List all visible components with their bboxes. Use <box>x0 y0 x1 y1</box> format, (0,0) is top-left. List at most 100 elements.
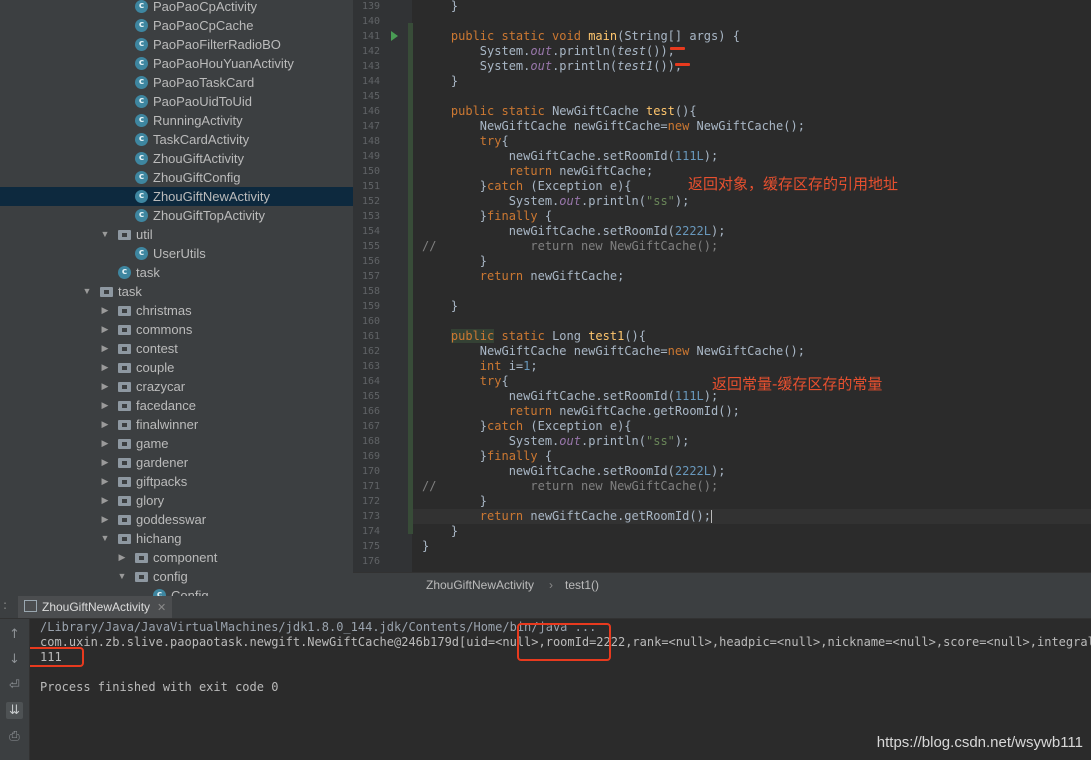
collapsed-arrow-icon[interactable]: ▶ <box>100 377 110 396</box>
tree-item[interactable]: c PaoPaoCpActivity <box>0 0 353 16</box>
tree-item[interactable]: ▶ finalwinner <box>0 415 353 434</box>
code-line: } <box>422 524 458 539</box>
code-token: } <box>422 524 459 538</box>
code-line: public static NewGiftCache test(){ <box>422 104 697 119</box>
tree-item[interactable]: c PaoPaoFilterRadioBO <box>0 35 353 54</box>
tree-item[interactable]: ▶ christmas <box>0 301 353 320</box>
run-tab[interactable]: ZhouGiftNewActivity ✕ <box>18 596 173 618</box>
tree-item[interactable]: c RunningActivity <box>0 111 353 130</box>
tree-item[interactable]: ▶ component <box>0 548 353 567</box>
code-token: .println( <box>552 59 618 73</box>
collapsed-arrow-icon[interactable]: ▶ <box>100 434 110 453</box>
tree-item[interactable]: c PaoPaoTaskCard <box>0 73 353 92</box>
collapsed-arrow-icon[interactable]: ▶ <box>100 491 110 510</box>
collapsed-arrow-icon[interactable]: ▶ <box>100 358 110 377</box>
code-line: } <box>422 0 458 14</box>
tree-item-label: RunningActivity <box>153 113 243 128</box>
code-editor[interactable]: } public static void main(String[] args)… <box>413 0 1091 572</box>
tree-item-label: task <box>136 265 160 280</box>
collapsed-arrow-icon[interactable]: ▶ <box>100 301 110 320</box>
tree-item[interactable]: ▶ goddesswar <box>0 510 353 529</box>
collapsed-arrow-icon[interactable]: ▶ <box>117 548 127 567</box>
expanded-arrow-icon[interactable]: ▼ <box>117 567 127 586</box>
class-icon: c <box>135 19 148 32</box>
tree-item[interactable]: c task <box>0 263 353 282</box>
class-icon: c <box>135 76 148 89</box>
tree-item[interactable]: c PaoPaoUidToUid <box>0 92 353 111</box>
tree-item[interactable]: c ZhouGiftConfig <box>0 168 353 187</box>
folder-icon <box>118 382 131 392</box>
console-output[interactable]: /Library/Java/JavaVirtualMachines/jdk1.8… <box>30 619 1091 760</box>
code-token: System. <box>422 59 531 73</box>
breadcrumb-method[interactable]: test1() <box>565 578 599 592</box>
tree-item[interactable]: c ZhouGiftActivity <box>0 149 353 168</box>
tree-item[interactable]: c PaoPaoCpCache <box>0 16 353 35</box>
tree-item[interactable]: ▶ game <box>0 434 353 453</box>
code-token: new <box>667 344 697 358</box>
tree-item-label: gardener <box>136 455 189 470</box>
tree-item[interactable]: c ZhouGiftTopActivity <box>0 206 353 225</box>
expanded-arrow-icon[interactable]: ▼ <box>82 282 92 301</box>
scroll-to-end-icon[interactable]: ⇊ <box>6 702 23 719</box>
class-icon: c <box>135 38 148 51</box>
code-token: test1 <box>588 329 625 343</box>
tree-item[interactable]: ▶ giftpacks <box>0 472 353 491</box>
tree-item[interactable]: c UserUtils <box>0 244 353 263</box>
line-number: 167 <box>361 421 380 432</box>
line-number: 147 <box>361 121 380 132</box>
tree-item[interactable]: ▶ facedance <box>0 396 353 415</box>
code-token: test <box>645 104 675 118</box>
down-arrow-icon[interactable]: ↓ <box>6 651 23 668</box>
code-token: newGiftCache; <box>530 269 625 283</box>
tree-item[interactable]: ▶ contest <box>0 339 353 358</box>
tree-item[interactable]: c Config <box>0 586 353 596</box>
code-token: .println( <box>580 194 646 208</box>
expanded-arrow-icon[interactable]: ▼ <box>100 225 110 244</box>
line-number: 159 <box>361 301 380 312</box>
code-line: newGiftCache.setRoomId(2222L); <box>422 464 726 479</box>
collapsed-arrow-icon[interactable]: ▶ <box>100 320 110 339</box>
code-token: out <box>530 44 553 58</box>
tree-item[interactable]: ▼ config <box>0 567 353 586</box>
collapsed-arrow-icon[interactable]: ▶ <box>100 339 110 358</box>
code-token: return <box>508 404 560 418</box>
tree-item[interactable]: ▶ commons <box>0 320 353 339</box>
line-number: 172 <box>361 496 380 507</box>
up-arrow-icon[interactable]: ↑ <box>6 626 23 643</box>
collapsed-arrow-icon[interactable]: ▶ <box>100 396 110 415</box>
tree-item[interactable]: ▼ hichang <box>0 529 353 548</box>
print-icon[interactable]: ⎙ <box>6 728 23 745</box>
run-gutter-icon[interactable] <box>391 31 398 41</box>
tree-item[interactable]: ▶ gardener <box>0 453 353 472</box>
tree-item[interactable]: ▶ crazycar <box>0 377 353 396</box>
tree-item[interactable]: ▶ couple <box>0 358 353 377</box>
soft-wrap-icon[interactable]: ⏎ <box>6 677 23 694</box>
tree-item[interactable]: c PaoPaoHouYuanActivity <box>0 54 353 73</box>
code-token: System. <box>422 434 560 448</box>
annotation-constant-value: 返回常量-缓存区存的常量 <box>712 375 883 393</box>
code-line: // return new NewGiftCache(); <box>422 479 718 494</box>
collapsed-arrow-icon[interactable]: ▶ <box>100 472 110 491</box>
collapsed-arrow-icon[interactable]: ▶ <box>100 510 110 529</box>
code-token: out <box>559 434 581 448</box>
code-token: newGiftCache.getRoomId(); <box>530 509 711 523</box>
tree-item[interactable]: ▼ task <box>0 282 353 301</box>
code-line: public static Long test1(){ <box>422 329 646 344</box>
tree-item[interactable]: c TaskCardActivity <box>0 130 353 149</box>
tree-item[interactable]: ▶ glory <box>0 491 353 510</box>
tree-item[interactable]: c ZhouGiftNewActivity <box>0 187 353 206</box>
tree-item-label: component <box>153 550 218 565</box>
collapsed-arrow-icon[interactable]: ▶ <box>100 453 110 472</box>
tree-item-label: ZhouGiftConfig <box>153 170 241 185</box>
close-icon[interactable]: ✕ <box>157 602 166 614</box>
code-line: int i=1; <box>422 359 538 374</box>
breadcrumb-class[interactable]: ZhouGiftNewActivity <box>426 578 534 592</box>
code-line: newGiftCache.setRoomId(111L); <box>422 389 719 404</box>
code-line: System.out.println("ss"); <box>422 434 690 449</box>
expanded-arrow-icon[interactable]: ▼ <box>100 529 110 548</box>
console-line: /Library/Java/JavaVirtualMachines/jdk1.8… <box>40 620 597 634</box>
collapsed-arrow-icon[interactable]: ▶ <box>100 415 110 434</box>
line-number: 171 <box>361 481 380 492</box>
tree-item-label: ZhouGiftActivity <box>153 151 245 166</box>
tree-item[interactable]: ▼ util <box>0 225 353 244</box>
